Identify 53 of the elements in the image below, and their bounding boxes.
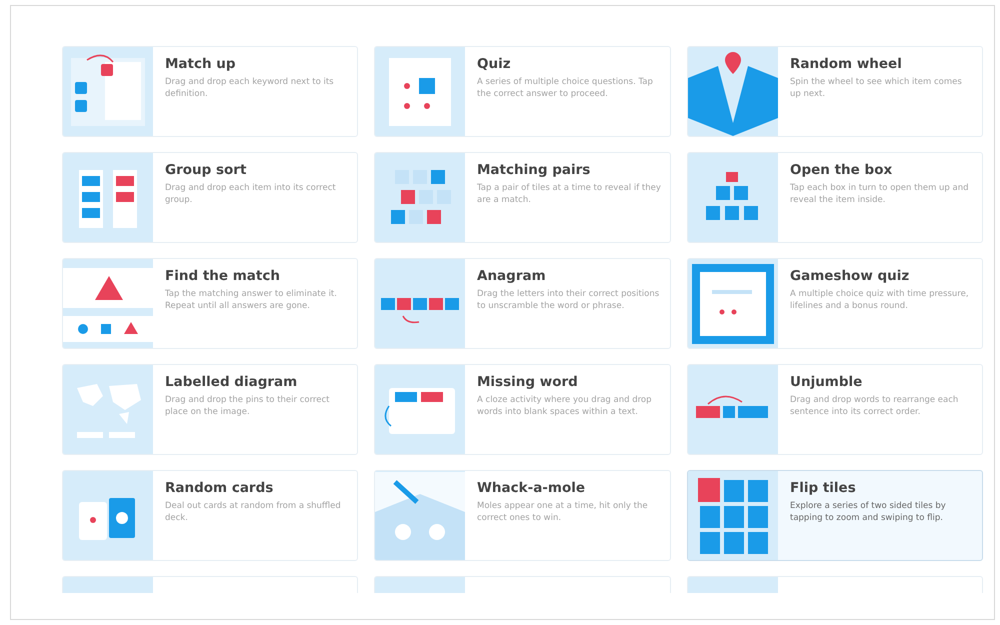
activity-card[interactable]: Match up Drag and drop each keyword next to its definition. bbox=[62, 46, 358, 137]
activity-card[interactable]: Random cards Deal out cards at random from a shuffled deck. bbox=[62, 470, 358, 561]
word-blocks-drawing bbox=[696, 395, 768, 418]
numbered-boxes-drawing bbox=[706, 172, 758, 220]
activity-title: Group sort bbox=[165, 162, 248, 178]
tile-pairs-drawing bbox=[391, 170, 451, 224]
activity-description: Tap a pair of tiles at a time to reveal if they are a match. bbox=[477, 182, 662, 207]
activity-title: Matching pairs bbox=[477, 162, 592, 178]
activity-card[interactable]: Matching pairs Tap a pair of tiles at a time to reveal if they are a match. bbox=[374, 152, 671, 243]
activity-description: Drag and drop each item into its correct group. bbox=[165, 182, 337, 207]
activity-card[interactable]: Labelled diagram Drag and drop the pins to their correct place on the image. bbox=[62, 364, 358, 455]
activity-title: Anagram bbox=[477, 268, 547, 284]
group-sort-drawing bbox=[79, 170, 137, 228]
activity-card[interactable]: Random wheel Spin the wheel to see which item comes up next. bbox=[687, 46, 983, 137]
activity-card[interactable]: Unjumble Drag and drop words to rearrange each sentence into its correct order. bbox=[687, 364, 983, 455]
activity-title: Quiz bbox=[477, 56, 512, 72]
activity-title: Gameshow quiz bbox=[790, 268, 910, 284]
activity-description: Moles appear one at a time, hit only the correct ones to win. bbox=[477, 500, 649, 525]
activity-description: Spin the wheel to see which item comes up next. bbox=[790, 76, 963, 101]
activity-card[interactable]: Quiz A series of multiple choice questions. Tap the correct answer to proceed. bbox=[374, 46, 671, 137]
activity-card[interactable]: Open the box Tap each box in turn to open them up and reveal the item inside. bbox=[687, 152, 983, 243]
activity-title: Open the box bbox=[790, 162, 894, 178]
activity-description: Tap the matching answer to eliminate it. Repeat until all answers are gone. bbox=[165, 288, 338, 313]
world-map-drawing bbox=[77, 384, 141, 438]
quiz-drawing bbox=[389, 58, 451, 126]
activity-title: Flip tiles bbox=[790, 480, 857, 496]
activity-description: Tap each box in turn to open them up and reveal the item inside. bbox=[790, 182, 970, 207]
activity-description: Drag the letters into their correct positions to unscramble the word or phrase. bbox=[477, 288, 660, 313]
activity-card[interactable]: Flip tiles Explore a series of two sided tiles by tapping to zoom and swiping to flip. bbox=[687, 470, 983, 561]
activity-title: Labelled diagram bbox=[165, 374, 298, 390]
activity-description: Drag and drop words to rearrange each sentence into its correct order. bbox=[790, 394, 960, 419]
activity-description: A cloze activity where you drag and drop words into blank spaces within a text. bbox=[477, 394, 652, 419]
activity-card[interactable]: Missing word A cloze activity where you drag and drop words into blank spaces within a text. bbox=[374, 364, 671, 455]
cards-drawing bbox=[79, 498, 135, 540]
activity-description: Explore a series of two sided tiles by tapping to zoom and swiping to flip. bbox=[790, 500, 947, 525]
activity-card[interactable]: Gameshow quiz A multiple choice quiz with time pressure, lifelines and a bonus round. bbox=[687, 258, 983, 349]
activity-description: Drag and drop each keyword next to its definition. bbox=[165, 76, 335, 101]
activity-card[interactable]: Find the match Tap the matching answer to eliminate it. Repeat until all answers are gone. bbox=[62, 258, 358, 349]
activity-description: Drag and drop the pins to their correct place on the image. bbox=[165, 394, 330, 419]
activity-card[interactable]: Anagram Drag the letters into their correct positions to unscramble the word or phrase. bbox=[374, 258, 671, 349]
activity-title: Find the match bbox=[165, 268, 281, 284]
activity-description: A multiple choice quiz with time pressure, lifelines and a bonus round. bbox=[790, 288, 970, 313]
word-blanks-drawing bbox=[384, 388, 455, 434]
activity-title: Whack-a-mole bbox=[477, 480, 586, 496]
activity-title: Unjumble bbox=[790, 374, 864, 390]
activity-description: A series of multiple choice questions. Tap the correct answer to proceed. bbox=[477, 76, 654, 101]
activity-title: Random wheel bbox=[790, 56, 903, 72]
activity-title: Missing word bbox=[477, 374, 579, 390]
activity-description: Deal out cards at random from a shuffled deck. bbox=[165, 500, 342, 525]
activity-title: Random cards bbox=[165, 480, 274, 496]
activity-card[interactable]: Whack-a-mole Moles appear one at a time, hit only the correct ones to win. bbox=[374, 470, 671, 561]
activity-card[interactable]: Group sort Drag and drop each item into its correct group. bbox=[62, 152, 358, 243]
activity-title: Match up bbox=[165, 56, 237, 72]
